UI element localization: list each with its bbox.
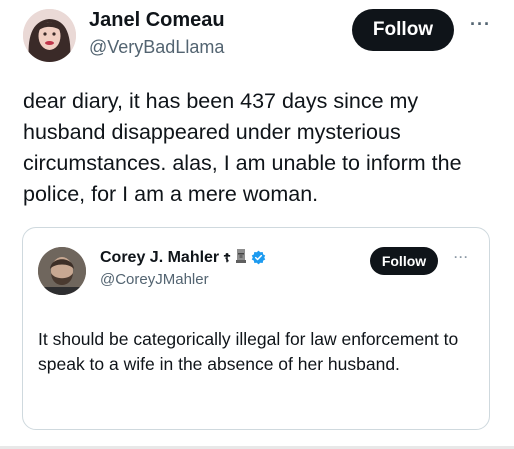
quoted-follow-button[interactable]: Follow [370, 247, 438, 275]
author-avatar[interactable] [23, 9, 76, 62]
quoted-tweet-text: It should be categorically illegal for l… [38, 329, 459, 374]
quoted-author-avatar[interactable] [38, 247, 86, 295]
orthodox-cross-icon: ☦ [223, 250, 231, 265]
tweet-text: dear diary, it has been 437 days since m… [23, 89, 462, 206]
follow-button[interactable]: Follow [352, 9, 454, 51]
author-name[interactable]: Janel Comeau [89, 9, 225, 32]
quoted-author-avatar-image [38, 247, 86, 295]
author-avatar-image [23, 9, 76, 62]
moai-icon [235, 247, 247, 268]
quoted-more-options-icon[interactable]: ··· [454, 250, 469, 264]
quoted-author-name[interactable]: Corey J. Mahler [100, 249, 219, 267]
author-handle[interactable]: @VeryBadLlama [89, 37, 224, 58]
more-options-icon[interactable]: ··· [470, 14, 491, 35]
quoted-author-name-row: Corey J. Mahler ☦ [100, 247, 266, 268]
quoted-tweet-card[interactable]: Corey J. Mahler ☦ @CoreyJMahler Follow ·… [22, 227, 490, 430]
verified-badge-icon [251, 250, 266, 265]
quoted-author-handle[interactable]: @CoreyJMahler [100, 271, 209, 288]
